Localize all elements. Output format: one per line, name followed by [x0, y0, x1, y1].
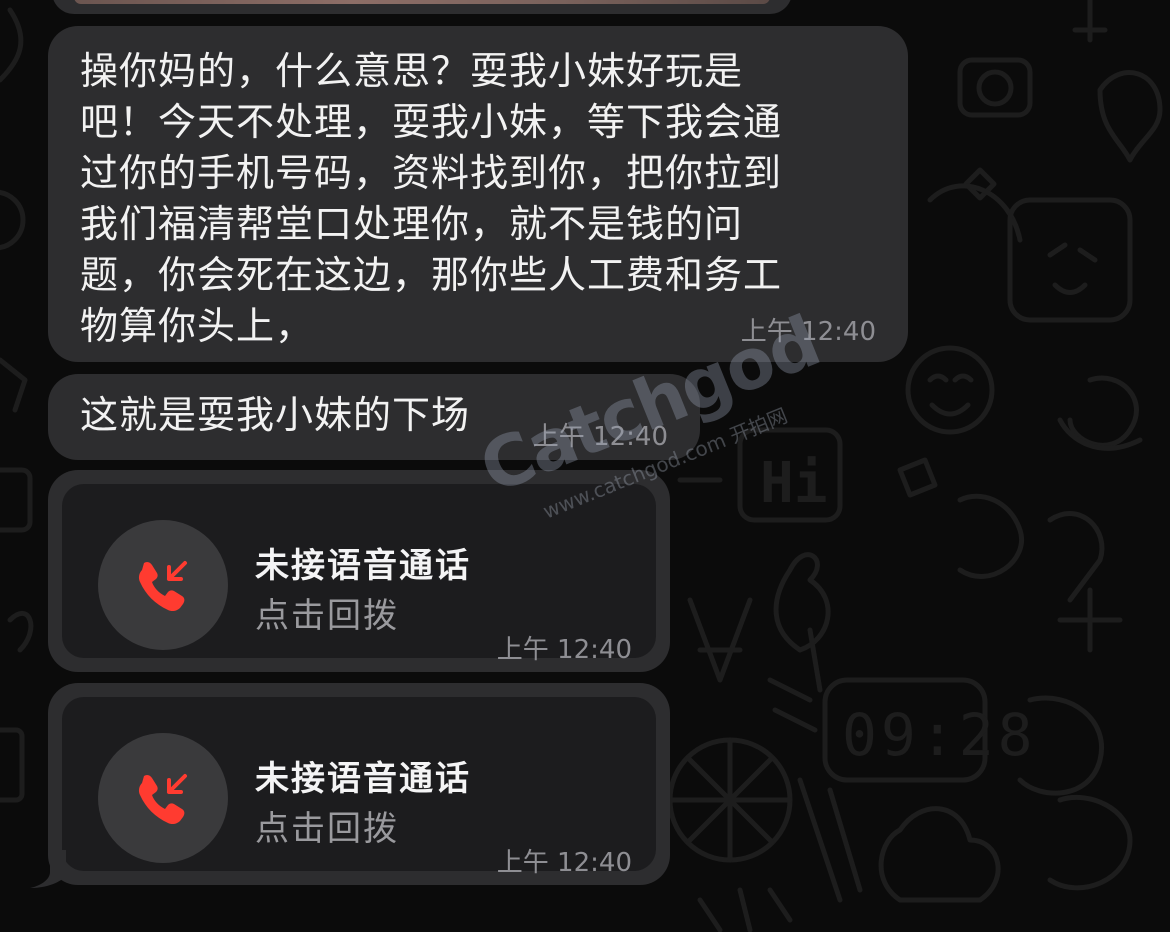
call-back-label[interactable]: 点击回拨 [255, 801, 399, 850]
missed-call-icon [138, 774, 187, 825]
call-back-label[interactable]: 点击回拨 [255, 588, 399, 637]
image-preview[interactable] [74, 0, 770, 4]
call-title: 未接语音通话 [255, 759, 471, 799]
message-text: 这就是耍我小妹的下场 [80, 393, 471, 437]
wallpaper-clock-text: 09:28 [842, 701, 1037, 769]
previous-image-message[interactable] [52, 0, 792, 14]
wallpaper-hi-text: Hi [760, 451, 827, 516]
call-title: 未接语音通话 [255, 546, 471, 586]
message-line: 过你的手机号码，资料找到你，把你拉到 [80, 151, 783, 195]
bubble-tail [30, 850, 66, 888]
missed-call-card[interactable]: 未接语音通话 点击回拨 上午 12:40 [62, 697, 656, 878]
call-timestamp: 上午 12:40 [496, 848, 632, 878]
call-timestamp: 上午 12:40 [496, 635, 632, 665]
message-line: 我们福清帮堂口处理你，就不是钱的问 [80, 202, 744, 246]
message-line: 题，你会死在这边，那你些人工费和务工 [80, 253, 783, 297]
message-text: 操你妈的，什么意思？耍我小妹好玩是 吧！今天不处理，耍我小妹，等下我会通 过你的… [80, 46, 880, 352]
message-line: 操你妈的，什么意思？耍我小妹好玩是 [80, 49, 744, 93]
missed-call-icon [138, 561, 187, 612]
call-back-button[interactable] [98, 733, 228, 863]
call-back-button[interactable] [98, 520, 228, 650]
missed-call-message[interactable]: 未接语音通话 点击回拨 上午 12:40 [48, 683, 670, 885]
chat-view: 09:28 Hi 操你妈的，什么意思？耍我小妹好玩是 吧！今天不处理，耍我小妹，… [0, 0, 1170, 932]
message-line: 吧！今天不处理，耍我小妹，等下我会通 [80, 100, 783, 144]
